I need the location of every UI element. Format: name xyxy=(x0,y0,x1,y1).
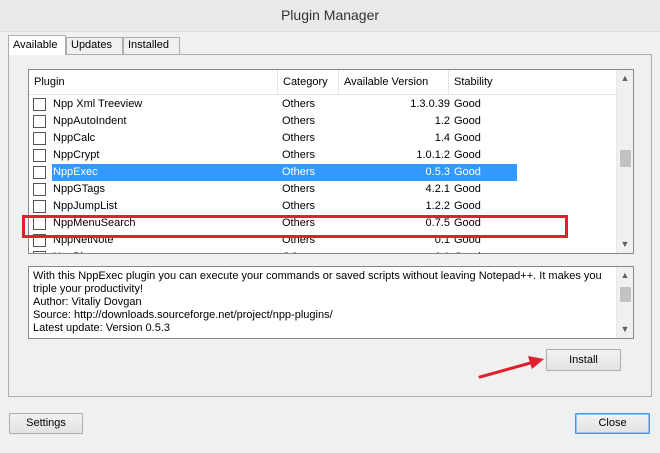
plugin-category: Others xyxy=(282,166,316,178)
plugin-manager-window: Plugin Manager Available Updates Install… xyxy=(0,0,660,453)
plugin-category: Others xyxy=(282,183,316,195)
description-summary: With this NppExec plugin you can execute… xyxy=(33,270,602,295)
row-checkbox[interactable] xyxy=(33,98,46,111)
table-row[interactable]: NppCalc Others 1.4 Good xyxy=(29,130,617,147)
scroll-up-arrow-icon[interactable]: ▲ xyxy=(617,70,633,87)
table-row[interactable]: NppGTags Others 4.2.1 Good xyxy=(29,181,617,198)
plugin-name: NppExec xyxy=(53,166,98,178)
row-checkbox[interactable] xyxy=(33,200,46,213)
plugin-stability: Good xyxy=(454,166,481,178)
plugin-category: Others xyxy=(282,249,315,253)
row-checkbox[interactable] xyxy=(33,132,46,145)
plugin-version: 0.1 xyxy=(360,249,450,253)
plugin-stability: Good xyxy=(454,115,481,127)
plugin-version: 1.4 xyxy=(434,132,450,144)
plugin-name: NppCalc xyxy=(53,132,96,144)
plugin-name: NppJumpList xyxy=(53,200,118,212)
plugin-name: NppPlots xyxy=(52,249,98,253)
row-checkbox[interactable] xyxy=(33,251,46,253)
plugin-category: Others xyxy=(282,200,316,212)
description-latest-update: Latest update: Version 0.5.3 xyxy=(33,322,170,334)
scroll-down-arrow-icon[interactable]: ▼ xyxy=(617,236,633,253)
list-scroll-thumb[interactable] xyxy=(620,150,631,167)
plugin-category: Others xyxy=(282,115,316,127)
plugin-stability: Good xyxy=(454,132,481,144)
row-checkbox[interactable] xyxy=(33,149,46,162)
plugin-version: 4.2.1 xyxy=(425,183,450,195)
column-header-category[interactable]: Category xyxy=(278,70,339,95)
install-button[interactable]: Install xyxy=(546,349,621,371)
plugin-stability: Good xyxy=(454,183,481,195)
table-row[interactable]: NppPlots Others 0.1 Good xyxy=(29,249,617,253)
table-row[interactable]: Npp Xml Treeview Others 1.3.0.39 Good xyxy=(29,96,617,113)
settings-button[interactable]: Settings xyxy=(9,413,83,434)
row-checkbox[interactable] xyxy=(33,183,46,196)
description-scroll-thumb[interactable] xyxy=(620,287,631,302)
description-author: Author: Vitaliy Dovgan xyxy=(33,296,142,308)
plugin-category: Others xyxy=(282,149,316,161)
plugin-name: NppGTags xyxy=(53,183,105,195)
plugin-name: NppCrypt xyxy=(53,149,100,161)
close-button[interactable]: Close xyxy=(575,413,650,434)
plugin-name: NppAutoIndent xyxy=(53,115,127,127)
table-row[interactable]: NppExec Others 0.5.3 Good xyxy=(29,164,617,181)
table-row[interactable]: NppCrypt Others 1.0.1.2 Good xyxy=(29,147,617,164)
scroll-down-arrow-icon[interactable]: ▼ xyxy=(617,321,633,338)
column-header-plugin[interactable]: Plugin xyxy=(29,70,278,95)
plugin-name: Npp Xml Treeview xyxy=(53,98,143,110)
plugin-stability: Good xyxy=(454,200,481,212)
tab-available[interactable]: Available xyxy=(8,35,66,55)
scroll-up-arrow-icon[interactable]: ▲ xyxy=(617,267,633,284)
plugin-version: 1.0.1.2 xyxy=(416,149,450,161)
description-source: Source: http://downloads.sourceforge.net… xyxy=(33,309,333,321)
row-checkbox[interactable] xyxy=(33,166,46,179)
tab-panel: Plugin Category Available Version Stabil… xyxy=(8,54,652,397)
plugin-category: Others xyxy=(282,98,316,110)
list-vertical-scrollbar[interactable]: ▲ ▼ xyxy=(616,70,633,253)
window-title: Plugin Manager xyxy=(280,7,380,23)
plugin-version: 0.5.3 xyxy=(425,166,450,178)
tab-installed[interactable]: Installed xyxy=(123,37,180,54)
row-checkbox[interactable] xyxy=(33,115,46,128)
plugin-version: 1.2.2 xyxy=(425,200,450,212)
selection-highlight-annotation xyxy=(22,215,568,238)
column-header-stability[interactable]: Stability xyxy=(449,70,519,95)
list-header: Plugin Category Available Version Stabil… xyxy=(29,70,617,95)
plugin-stability: Good xyxy=(454,98,481,110)
plugin-version: 1.2 xyxy=(434,115,450,127)
title-bar: Plugin Manager xyxy=(0,0,660,32)
plugin-stability: Good xyxy=(454,249,481,253)
plugin-description: With this NppExec plugin you can execute… xyxy=(28,266,634,339)
plugin-category: Others xyxy=(282,132,316,144)
plugin-version: 1.3.0.39 xyxy=(410,98,450,110)
plugin-stability: Good xyxy=(454,149,481,161)
table-row[interactable]: NppAutoIndent Others 1.2 Good xyxy=(29,113,617,130)
table-row[interactable]: NppJumpList Others 1.2.2 Good xyxy=(29,198,617,215)
tab-updates[interactable]: Updates xyxy=(66,37,123,54)
red-arrow-icon xyxy=(478,356,544,379)
description-vertical-scrollbar[interactable]: ▲ ▼ xyxy=(616,267,633,338)
column-header-available-version[interactable]: Available Version xyxy=(339,70,449,95)
